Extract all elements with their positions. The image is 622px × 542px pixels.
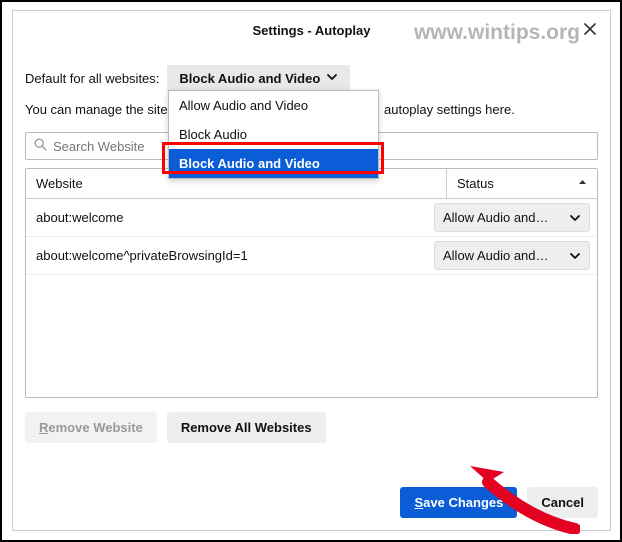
row-status-dropdown[interactable]: Allow Audio and…: [434, 203, 590, 232]
default-autoplay-dropdown[interactable]: Block Audio and Video: [167, 65, 350, 92]
chevron-down-icon: [569, 250, 581, 262]
chevron-down-icon: [569, 212, 581, 224]
close-button[interactable]: [580, 19, 600, 39]
close-icon: [584, 23, 596, 35]
search-icon: [34, 138, 47, 154]
row-status-value: Allow Audio and…: [443, 248, 549, 263]
default-autoplay-dropdown-value: Block Audio and Video: [179, 71, 320, 86]
website-cell: about:welcome: [26, 201, 434, 234]
sort-ascending-icon: [578, 178, 587, 190]
default-for-all-label: Default for all websites:: [25, 71, 159, 86]
chevron-down-icon: [326, 71, 338, 86]
save-changes-button[interactable]: Save Changes: [400, 487, 517, 518]
column-header-status-label: Status: [457, 176, 494, 191]
autoplay-option-block-audio[interactable]: Block Audio: [169, 120, 378, 149]
remove-all-websites-button[interactable]: Remove All Websites: [167, 412, 326, 443]
websites-table: Website Status about:welcome Allow Audio…: [25, 168, 598, 398]
manage-description-part-a: You can manage the sites: [25, 102, 174, 117]
table-row[interactable]: about:welcome Allow Audio and…: [26, 199, 597, 237]
table-row[interactable]: about:welcome^privateBrowsingId=1 Allow …: [26, 237, 597, 275]
cancel-button[interactable]: Cancel: [527, 487, 598, 518]
autoplay-option-allow[interactable]: Allow Audio and Video: [169, 91, 378, 120]
autoplay-option-block-audio-video[interactable]: Block Audio and Video: [169, 149, 378, 178]
row-status-value: Allow Audio and…: [443, 210, 549, 225]
default-autoplay-menu: Allow Audio and Video Block Audio Block …: [168, 90, 379, 179]
column-header-status[interactable]: Status: [447, 169, 597, 198]
dialog-title: Settings - Autoplay: [253, 23, 371, 38]
website-cell: about:welcome^privateBrowsingId=1: [26, 239, 434, 272]
row-status-dropdown[interactable]: Allow Audio and…: [434, 241, 590, 270]
watermark-text: www.wintips.org: [414, 21, 580, 45]
manage-description-part-b: autoplay settings here.: [384, 102, 515, 117]
remove-website-button: Remove Website: [25, 412, 157, 443]
